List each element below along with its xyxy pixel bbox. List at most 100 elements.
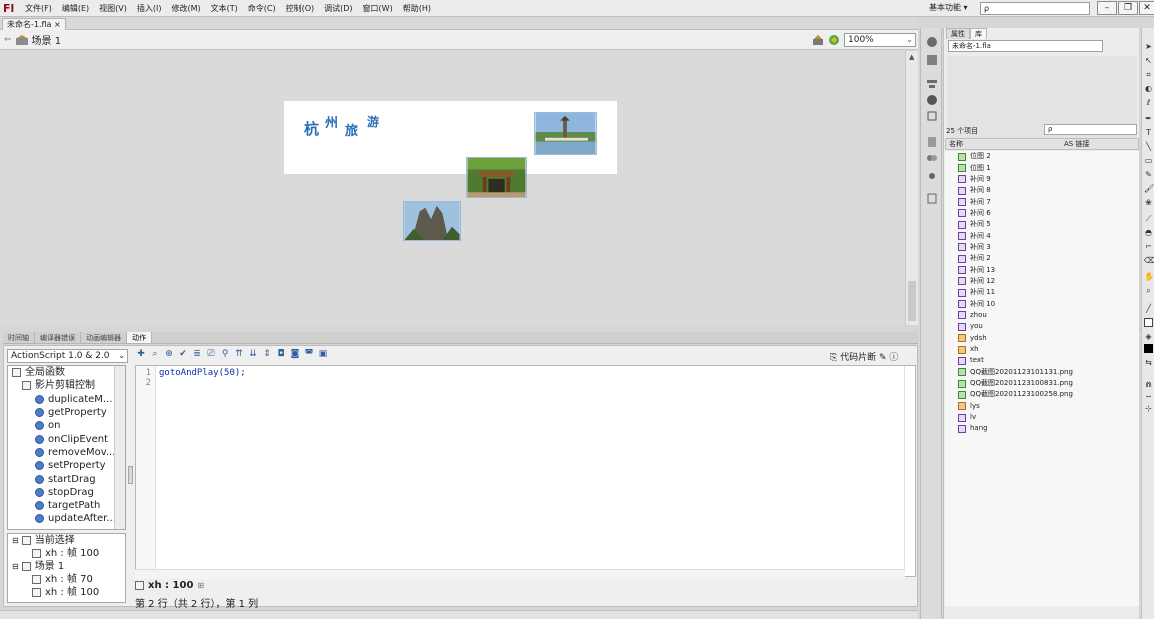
- collapse-icon[interactable]: ⊟: [12, 534, 19, 547]
- library-document-select[interactable]: 未命名-1.fla: [948, 40, 1103, 52]
- tree-item[interactable]: startDrag: [8, 472, 125, 485]
- project-icon[interactable]: [926, 192, 938, 204]
- scroll-up-icon[interactable]: ▲: [909, 53, 914, 61]
- stroke-swatch[interactable]: [1144, 318, 1153, 327]
- text-tool-icon[interactable]: T: [1144, 128, 1153, 137]
- script-tab[interactable]: xh : 100 ⊞: [135, 580, 204, 591]
- tree-item[interactable]: duplicateM...: [8, 393, 125, 406]
- tab-timeline[interactable]: 时间轴: [3, 332, 35, 343]
- components-icon[interactable]: [926, 152, 938, 164]
- tree-item[interactable]: 全局函数: [8, 366, 125, 379]
- add-statement-icon[interactable]: ✚: [136, 349, 146, 359]
- editor-vertical-scrollbar[interactable]: [904, 366, 915, 576]
- tab-properties[interactable]: 属性: [946, 28, 970, 39]
- 3d-rotation-tool-icon[interactable]: ◐: [1144, 84, 1153, 93]
- eyedropper-tool-icon[interactable]: ⌐: [1144, 242, 1153, 251]
- library-item[interactable]: 补间 12: [945, 276, 1139, 287]
- library-item[interactable]: zhou: [945, 310, 1139, 321]
- lasso-tool-icon[interactable]: ℓ: [1144, 98, 1153, 107]
- bone-tool-icon[interactable]: ⟋: [1144, 214, 1153, 223]
- scroll-thumb[interactable]: [908, 281, 916, 321]
- swap-colors-icon[interactable]: ⇆: [1144, 358, 1153, 367]
- expand-all-icon[interactable]: ⇕: [262, 349, 272, 359]
- tree-item[interactable]: 影片剪辑控制: [8, 379, 125, 392]
- zoom-tool-icon[interactable]: ⌕: [1144, 286, 1153, 295]
- motion-presets-icon[interactable]: [926, 168, 938, 180]
- library-item[interactable]: lv: [945, 412, 1139, 423]
- code-line[interactable]: gotoAndPlay(50);: [159, 368, 246, 378]
- library-item[interactable]: 补间 11: [945, 287, 1139, 298]
- library-item[interactable]: 补间 4: [945, 230, 1139, 241]
- restore-icon[interactable]: ❐: [1118, 1, 1138, 15]
- navigator-item[interactable]: ⊟ 当前选择: [8, 534, 125, 547]
- edit-scene-icon[interactable]: [812, 34, 824, 46]
- library-item[interactable]: QQ截图20201123100258.png: [945, 389, 1139, 400]
- remove-comment-icon[interactable]: ◚: [304, 349, 314, 359]
- library-item[interactable]: QQ截图20201123101131.png: [945, 367, 1139, 378]
- menu-window[interactable]: 窗口(W): [358, 3, 398, 14]
- swatches-icon[interactable]: [926, 54, 938, 66]
- actionscript-version-select[interactable]: ActionScript 1.0 & 2.0 ⌄: [7, 349, 128, 363]
- library-item[interactable]: 补间 8: [945, 185, 1139, 196]
- library-item[interactable]: 补间 6: [945, 208, 1139, 219]
- paint-bucket-tool-icon[interactable]: ◓: [1144, 228, 1153, 237]
- tab-motion-editor[interactable]: 动画编辑器: [81, 332, 127, 343]
- debug-options-icon[interactable]: ⚲: [220, 349, 230, 359]
- tree-item[interactable]: updateAfter...: [8, 512, 125, 525]
- code-snippet-button[interactable]: ⎘ 代码片断 ✎ ⓘ: [830, 350, 898, 363]
- free-transform-tool-icon[interactable]: ⌗: [1144, 70, 1153, 79]
- menu-file[interactable]: 文件(F): [20, 3, 57, 14]
- check-syntax-icon[interactable]: ✔: [178, 349, 188, 359]
- pagoda-lake-photo[interactable]: [534, 112, 597, 155]
- menu-edit[interactable]: 编辑(E): [57, 3, 94, 14]
- hand-tool-icon[interactable]: ✋: [1144, 272, 1154, 281]
- tree-item[interactable]: onClipEvent: [8, 432, 125, 445]
- library-item[interactable]: 补间 10: [945, 298, 1139, 309]
- library-item[interactable]: ydsh: [945, 333, 1139, 344]
- brush-tool-icon[interactable]: 🖌: [1144, 184, 1154, 193]
- menu-commands[interactable]: 命令(C): [243, 3, 281, 14]
- code-snippets-icon[interactable]: [926, 136, 938, 148]
- minimize-icon[interactable]: –: [1097, 1, 1117, 15]
- pin-script-icon[interactable]: ⊞: [197, 581, 204, 590]
- code-hint-icon[interactable]: ⎚: [206, 349, 216, 359]
- fill-swatch[interactable]: [1144, 344, 1153, 353]
- navigator-item[interactable]: xh : 帧 100: [8, 547, 125, 560]
- pencil-icon[interactable]: ✎: [879, 353, 887, 363]
- deco-tool-icon[interactable]: ❀: [1144, 198, 1153, 207]
- library-search-input[interactable]: ρ: [1044, 124, 1137, 135]
- menu-text[interactable]: 文本(T): [206, 3, 243, 14]
- back-arrow-icon[interactable]: ⇐: [0, 35, 16, 45]
- menu-insert[interactable]: 插入(I): [132, 3, 167, 14]
- zoom-select[interactable]: 100% ⌄: [844, 33, 916, 47]
- panel-splitter-handle[interactable]: [128, 466, 133, 484]
- library-item[interactable]: 补间 2: [945, 253, 1139, 264]
- menu-modify[interactable]: 修改(M): [166, 3, 205, 14]
- snap-to-objects-icon[interactable]: ⋒: [1144, 380, 1153, 389]
- library-item[interactable]: 补间 13: [945, 264, 1139, 275]
- target-path-icon[interactable]: ⊕: [164, 349, 174, 359]
- horizontal-scrollbar[interactable]: [0, 610, 918, 619]
- library-item[interactable]: lys: [945, 401, 1139, 412]
- smooth-icon[interactable]: ∽: [1144, 392, 1153, 401]
- library-item[interactable]: 位图 2: [945, 151, 1139, 162]
- menu-debug[interactable]: 调试(D): [319, 3, 357, 14]
- tab-actions[interactable]: 动作: [127, 332, 152, 343]
- library-item[interactable]: 补间 5: [945, 219, 1139, 230]
- fill-color-icon[interactable]: ◈: [1144, 332, 1153, 341]
- document-tab[interactable]: 未命名-1.fla ×: [2, 18, 66, 30]
- tree-item[interactable]: on: [8, 419, 125, 432]
- align-icon[interactable]: [926, 78, 938, 90]
- library-item[interactable]: QQ截图20201123100831.png: [945, 378, 1139, 389]
- library-item[interactable]: 补间 7: [945, 196, 1139, 207]
- tree-item[interactable]: getProperty: [8, 406, 125, 419]
- color-icon[interactable]: [926, 36, 938, 48]
- stage-vertical-scrollbar[interactable]: ▲: [905, 51, 918, 325]
- line-tool-icon[interactable]: ╲: [1144, 142, 1153, 151]
- library-item[interactable]: 位图 1: [945, 162, 1139, 173]
- script-editor[interactable]: 1 2 gotoAndPlay(50);: [135, 365, 916, 577]
- rectangle-tool-icon[interactable]: ▭: [1144, 156, 1153, 165]
- auto-format-icon[interactable]: ≣: [192, 349, 202, 359]
- collapse-between-braces-icon[interactable]: ⇈: [234, 349, 244, 359]
- navigator-item[interactable]: xh : 帧 100: [8, 586, 125, 599]
